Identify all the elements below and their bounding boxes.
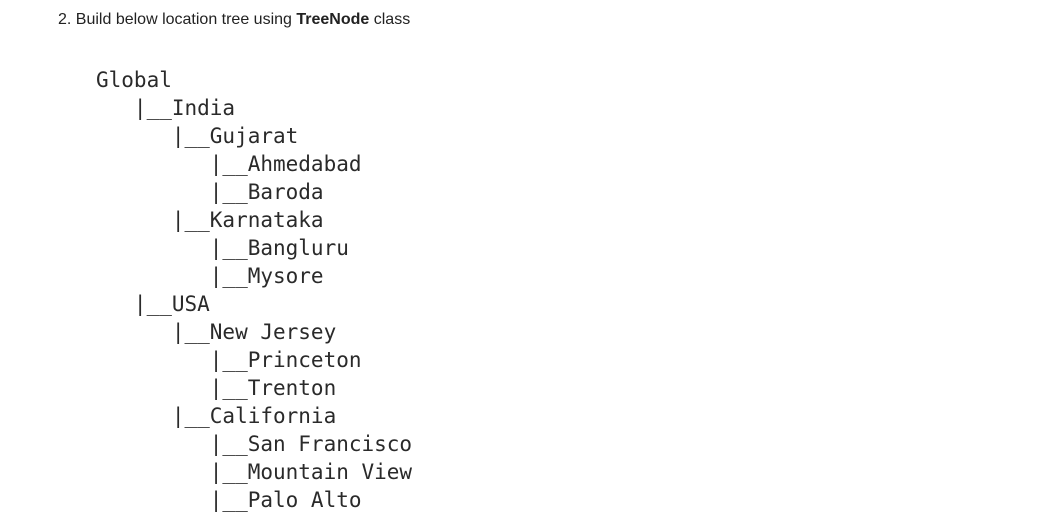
tree-node-karnataka: |__Karnataka <box>96 208 324 232</box>
instruction-suffix: class <box>369 11 411 28</box>
tree-node-global: Global <box>96 68 172 92</box>
tree-node-india: |__India <box>96 96 236 120</box>
tree-node-usa: |__USA <box>96 292 210 316</box>
instruction-text: 2. Build below location tree using TreeN… <box>58 10 410 30</box>
tree-node-mysore: |__Mysore <box>96 264 324 288</box>
tree-node-princeton: |__Princeton <box>96 348 362 372</box>
location-tree: Global |__India |__Gujarat |__Ahmedabad … <box>96 66 412 514</box>
tree-node-gujarat: |__Gujarat <box>96 124 299 148</box>
tree-node-mountain-view: |__Mountain View <box>96 460 413 484</box>
instruction-prefix: 2. Build below location tree using <box>58 11 297 28</box>
tree-node-california: |__California <box>96 404 337 428</box>
treenode-class-name: TreeNode <box>296 11 370 28</box>
tree-node-trenton: |__Trenton <box>96 376 337 400</box>
tree-node-san-francisco: |__San Francisco <box>96 432 413 456</box>
tree-node-baroda: |__Baroda <box>96 180 324 204</box>
tree-node-bangluru: |__Bangluru <box>96 236 349 260</box>
tree-node-palo-alto: |__Palo Alto <box>96 488 362 512</box>
tree-node-new-jersey: |__New Jersey <box>96 320 337 344</box>
tree-node-ahmedabad: |__Ahmedabad <box>96 152 362 176</box>
